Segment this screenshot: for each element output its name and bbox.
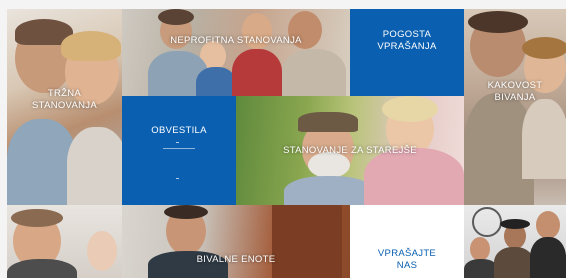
family-photo — [122, 9, 350, 96]
bicycle-wheel — [472, 207, 502, 237]
tile-kakovost-bivanja[interactable]: KAKOVOST BIVANJA — [464, 9, 566, 205]
tile-neprofitna-label-line1: NEPROFITNA STANOVANJA — [170, 35, 302, 46]
tile-group-photo[interactable] — [464, 205, 566, 278]
obvestila-news-dot — [176, 142, 179, 143]
tile-kakovost-label: KAKOVOST BIVANJA — [464, 80, 566, 104]
tile-pogosta-vprasanja[interactable]: POGOSTA VPRAŠANJA — [350, 9, 464, 96]
tile-vprasajte-label: VPRAŠAJTE NAS — [350, 248, 464, 272]
tile-stanovanje-za-starejse[interactable]: STANOVANJE ZA STAREJŠE — [236, 96, 464, 205]
tile-vprasajte-nas[interactable]: VPRAŠAJTE NAS — [350, 205, 464, 278]
tile-starejse-label: STANOVANJE ZA STAREJŠE — [236, 145, 464, 157]
tile-pogosta-label: POGOSTA VPRAŠANJA — [350, 29, 464, 53]
tile-obvestila[interactable]: OBVESTILA — [122, 96, 236, 205]
tile-kakovost-label-line1: KAKOVOST — [487, 80, 543, 91]
obvestila-divider — [163, 148, 195, 149]
tile-pogosta-label-line1: POGOSTA — [382, 29, 432, 40]
tile-obvestila-label-line1: OBVESTILA — [151, 125, 207, 136]
tile-bivalne-label-line1: BIVALNE ENOTE — [196, 254, 276, 265]
tile-bivalne-label: BIVALNE ENOTE — [122, 254, 350, 266]
tile-man-portrait[interactable] — [7, 205, 122, 278]
obvestila-news-dot — [176, 178, 179, 179]
tile-vprasajte-label-line2: NAS — [396, 259, 418, 271]
father-child-photo — [464, 9, 566, 205]
young-man-photo — [122, 205, 350, 278]
tile-grid: TRŽNA STANOVANJA NEPROFITNA STANOVANJA P… — [0, 0, 566, 278]
tile-starejse-label-line1: STANOVANJE ZA STAREJŠE — [283, 145, 417, 156]
tile-kakovost-label-line2: BIVANJA — [494, 91, 536, 103]
tile-trzna-label-line2: STANOVANJA — [32, 99, 97, 111]
tile-trzna-label: TRŽNA STANOVANJA — [7, 88, 122, 112]
tile-neprofitna-stanovanja[interactable]: NEPROFITNA STANOVANJA — [122, 9, 350, 96]
tile-trzna-stanovanja[interactable]: TRŽNA STANOVANJA — [7, 9, 122, 205]
tile-bivalne-enote[interactable]: BIVALNE ENOTE — [122, 205, 350, 278]
man-portrait-photo — [7, 205, 122, 278]
tile-vprasajte-label-line1: VPRAŠAJTE — [377, 248, 437, 259]
tile-trzna-label-line1: TRŽNA — [47, 88, 82, 99]
tile-neprofitna-label: NEPROFITNA STANOVANJA — [122, 35, 350, 47]
group-photo — [464, 205, 566, 278]
tile-obvestila-label: OBVESTILA — [122, 125, 236, 137]
tile-pogosta-label-line2: VPRAŠANJA — [377, 40, 437, 52]
